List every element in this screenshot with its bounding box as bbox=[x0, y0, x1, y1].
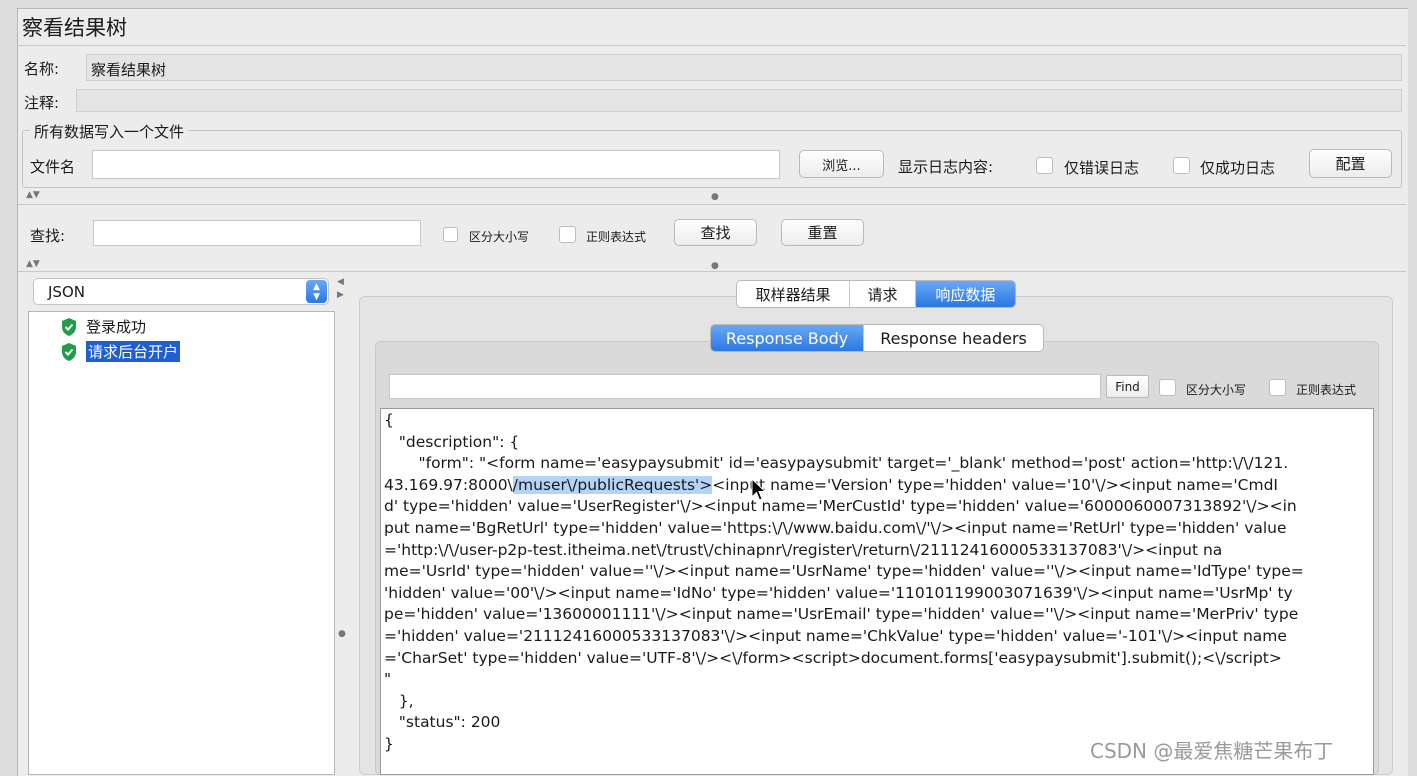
comment-label: 注释: bbox=[24, 94, 60, 112]
body-find-button[interactable]: Find bbox=[1106, 375, 1149, 398]
name-value: 察看结果树 bbox=[91, 61, 167, 79]
line-segment: 43.169.97:8000\ bbox=[384, 475, 513, 494]
watermark: CSDN @最爱焦糖芒果布丁 bbox=[1090, 739, 1334, 763]
find-button[interactable]: 查找 bbox=[674, 219, 757, 246]
regex-label: 正则表达式 bbox=[586, 230, 647, 244]
body-tabs: Response Body Response headers bbox=[710, 324, 1044, 352]
response-line: 43.169.97:8000\/muser\/publicRequests'><… bbox=[384, 475, 1373, 497]
response-line: { bbox=[384, 411, 394, 429]
split-handle-icon[interactable]: ● bbox=[711, 261, 719, 271]
divider bbox=[18, 45, 1406, 46]
renderer-select[interactable]: JSON ▲ ▼ bbox=[33, 278, 329, 305]
search-label: 查找: bbox=[30, 227, 66, 245]
response-line: ='http:\/\/user-p2p-test.itheima.net\/tr… bbox=[384, 540, 1223, 559]
response-line: put name='BgRetUrl' type='hidden' value=… bbox=[384, 518, 1287, 537]
body-case-checkbox[interactable] bbox=[1159, 379, 1176, 396]
reset-button[interactable]: 重置 bbox=[781, 219, 864, 246]
page-title: 察看结果树 bbox=[22, 16, 127, 40]
renderer-selected: JSON bbox=[48, 283, 85, 301]
response-line: pe='hidden' value='13600001111'\/><input… bbox=[384, 605, 1299, 624]
search-input[interactable] bbox=[93, 220, 421, 246]
case-sensitive-label: 区分大小写 bbox=[469, 230, 530, 244]
comment-field[interactable] bbox=[76, 89, 1402, 112]
body-find-input[interactable] bbox=[389, 374, 1101, 399]
success-only-checkbox[interactable] bbox=[1173, 157, 1190, 174]
name-label: 名称: bbox=[24, 60, 60, 78]
response-line: ='hidden' value='21112416000533137083'\/… bbox=[384, 626, 1287, 645]
filename-input[interactable] bbox=[92, 150, 780, 179]
success-shield-icon bbox=[62, 342, 76, 361]
response-line: d' type='hidden' value='UserRegister'\/>… bbox=[384, 497, 1297, 516]
response-line: }, bbox=[384, 691, 414, 710]
tree-item-label: 请求后台开户 bbox=[86, 341, 181, 362]
regex-checkbox[interactable] bbox=[559, 226, 576, 243]
response-line: "form": "<form name='easypaysubmit' id='… bbox=[384, 454, 1289, 473]
response-line: 'hidden' value='00'\/><input name='IdNo'… bbox=[384, 583, 1293, 602]
divider bbox=[18, 204, 1406, 205]
errors-only-checkbox[interactable] bbox=[1036, 157, 1053, 174]
divider bbox=[18, 271, 1406, 272]
response-line: me='UsrId' type='hidden' value=''\/><inp… bbox=[384, 562, 1304, 581]
filename-label: 文件名 bbox=[30, 158, 76, 176]
tab-request[interactable]: 请求 bbox=[850, 281, 916, 307]
body-case-label: 区分大小写 bbox=[1186, 383, 1247, 397]
success-shield-icon bbox=[62, 317, 76, 336]
split-handle-icon[interactable]: ● bbox=[338, 629, 346, 639]
success-only-label: 仅成功日志 bbox=[1200, 159, 1276, 177]
name-field[interactable]: 察看结果树 bbox=[86, 54, 1402, 81]
collapse-arrows-icon[interactable]: ▲▼ bbox=[26, 190, 40, 200]
result-tabs: 取样器结果 请求 响应数据 bbox=[736, 280, 1016, 308]
case-sensitive-checkbox[interactable] bbox=[443, 227, 458, 242]
highlighted-selection: /muser\/publicRequests'> bbox=[512, 475, 713, 494]
config-button[interactable]: 配置 bbox=[1309, 149, 1392, 178]
select-arrows-icon[interactable]: ▲ ▼ bbox=[306, 280, 327, 303]
response-line: "description": { bbox=[384, 432, 520, 451]
tab-response-headers[interactable]: Response headers bbox=[864, 325, 1043, 351]
line-segment: <input name='Version' type='hidden' valu… bbox=[712, 475, 1279, 494]
mouse-cursor-icon bbox=[751, 478, 767, 501]
log-content-label: 显示日志内容: bbox=[898, 158, 994, 176]
body-regex-label: 正则表达式 bbox=[1296, 383, 1357, 397]
body-regex-checkbox[interactable] bbox=[1269, 379, 1286, 396]
split-handle-icon[interactable]: ● bbox=[711, 192, 719, 202]
browse-button[interactable]: 浏览... bbox=[799, 150, 884, 178]
response-line: ='CharSet' type='hidden' value='UTF-8'\/… bbox=[384, 648, 1282, 667]
collapse-arrows-icon[interactable]: ▲▼ bbox=[26, 259, 40, 269]
tree-item-selected[interactable]: 请求后台开户 bbox=[60, 340, 181, 363]
tree-item[interactable]: 登录成功 bbox=[60, 315, 146, 338]
file-group-legend: 所有数据写入一个文件 bbox=[30, 121, 189, 142]
response-line: "status": 200 bbox=[384, 713, 501, 732]
tab-sampler-result[interactable]: 取样器结果 bbox=[737, 281, 851, 307]
response-body-text[interactable]: { "description": { "form": "<form name='… bbox=[380, 408, 1374, 775]
errors-only-label: 仅错误日志 bbox=[1064, 159, 1140, 177]
panel-collapse-icon[interactable]: ◀ ▶ bbox=[337, 276, 344, 302]
tree-item-label: 登录成功 bbox=[86, 318, 147, 336]
tab-response-data[interactable]: 响应数据 bbox=[915, 281, 1015, 307]
results-tree bbox=[28, 311, 335, 775]
response-line: " bbox=[384, 670, 392, 689]
tab-response-body[interactable]: Response Body bbox=[711, 325, 865, 351]
